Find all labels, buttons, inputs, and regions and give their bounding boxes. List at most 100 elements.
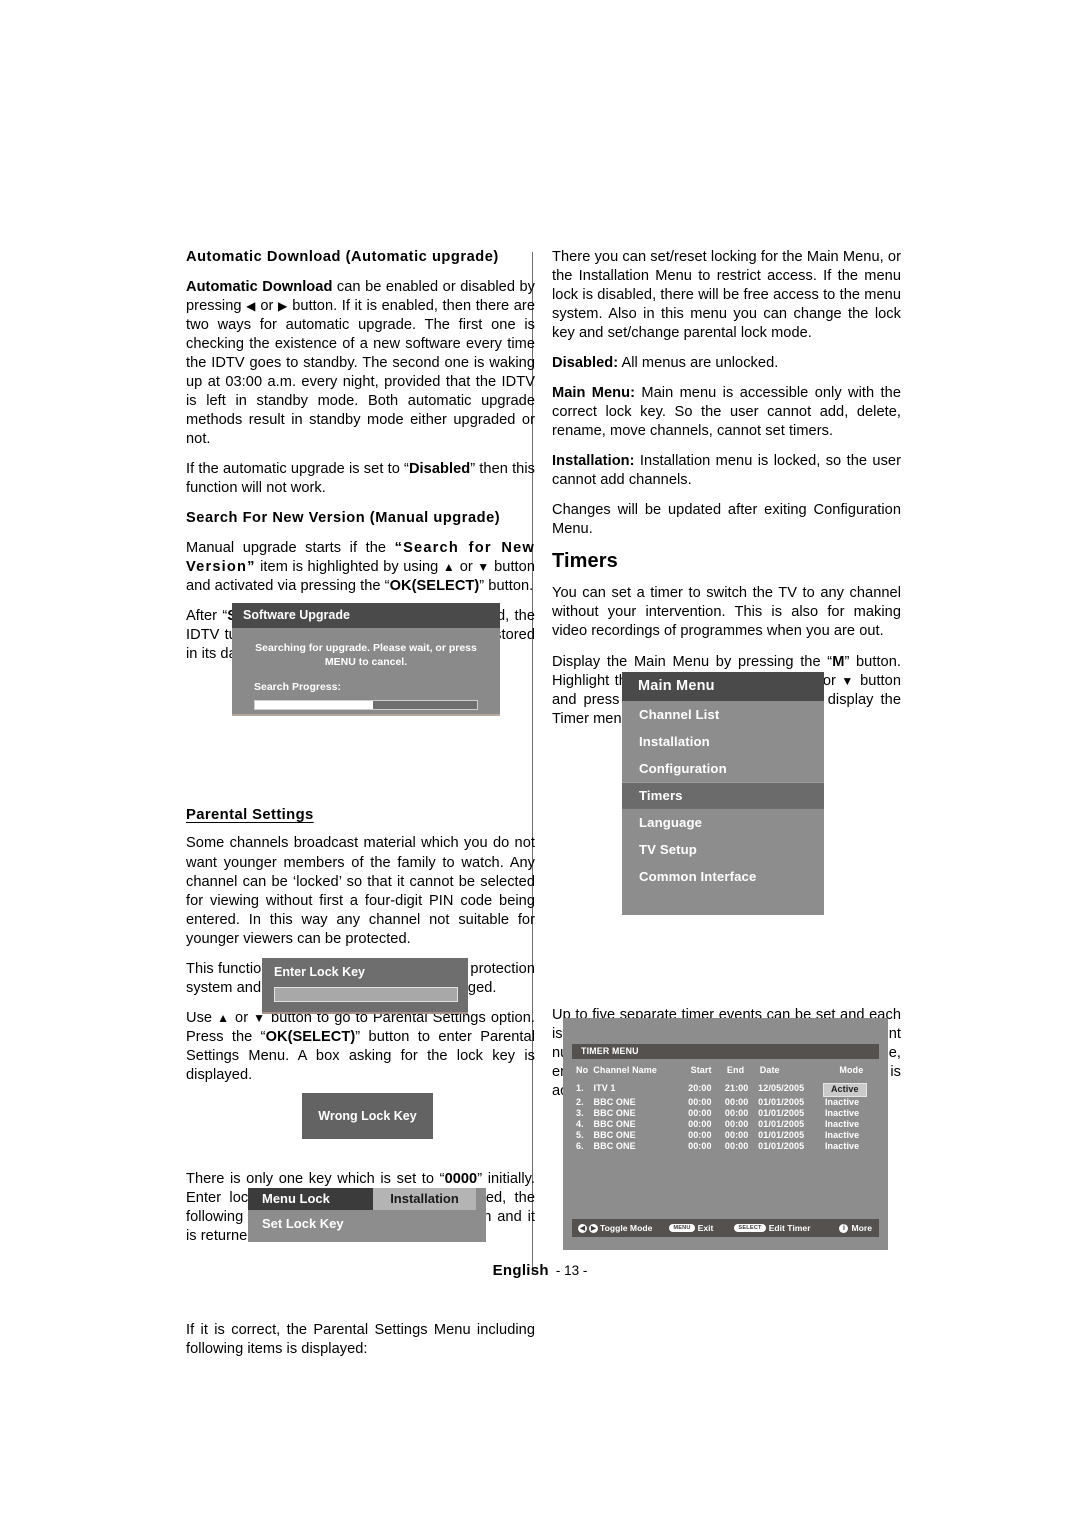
menu-lock-label: Menu Lock xyxy=(248,1188,373,1210)
main-menu-osd: Main Menu Channel List Installation Config… xyxy=(622,672,824,915)
timer-row-date: 01/01/2005 xyxy=(758,1107,805,1118)
timer-table-row[interactable]: 1. ITV 1 20:00 21:00 12/05/2005 Active xyxy=(572,1083,879,1097)
up-arrow-icon: ▲ xyxy=(442,560,456,575)
timer-row-mode: Active xyxy=(822,1083,879,1097)
exit-action[interactable]: MENU Exit xyxy=(669,1223,713,1233)
text-manual-c: item is highlighted by using xyxy=(255,559,443,576)
timer-row-channel: BBC ONE xyxy=(593,1118,636,1129)
timer-row-no: 5. xyxy=(576,1129,584,1140)
timer-table-body: 1. ITV 1 20:00 21:00 12/05/2005 Active 2. BBC O… xyxy=(572,1083,879,1152)
main-menu-item-configuration[interactable]: Configuration xyxy=(622,755,824,782)
term-disabled: Disabled xyxy=(408,461,471,478)
down-arrow-icon: ▼ xyxy=(477,560,490,575)
text-use-b: or xyxy=(230,1009,254,1026)
heading-timers: Timers xyxy=(552,550,618,573)
toggle-mode-action[interactable]: ◀ ▶ Toggle Mode xyxy=(578,1223,652,1233)
column-header-date: Date xyxy=(759,1065,780,1075)
left-arrow-icon: ◀ xyxy=(246,299,256,313)
timer-row-no: 1. xyxy=(576,1083,584,1093)
mode-badge-inactive: Inactive xyxy=(824,1140,860,1151)
timer-row-date: 01/01/2005 xyxy=(758,1140,805,1151)
timer-row-channel: BBC ONE xyxy=(593,1096,636,1107)
timer-row-mode: Inactive xyxy=(823,1097,879,1108)
paragraph-parental-1: Some channels broadcast material which y… xyxy=(186,835,535,947)
timer-row-start: 00:00 xyxy=(688,1096,712,1107)
timer-row-date: 01/01/2005 xyxy=(758,1129,805,1140)
paragraph-mode-installation: Installation: Installation menu is locke… xyxy=(552,452,901,490)
menu-button-badge: MENU xyxy=(669,1223,695,1233)
paragraph-manual-upgrade: Manual upgrade starts if the “Search for… xyxy=(186,539,535,596)
select-button-badge: SELECT xyxy=(734,1223,766,1233)
search-progress-bar-fill xyxy=(255,701,373,710)
main-menu-item-list: Channel List Installation Configuration Tim… xyxy=(622,701,824,890)
term-m-button: M xyxy=(832,653,845,670)
up-arrow-icon-2: ▲ xyxy=(217,1010,230,1025)
timer-row-no: 3. xyxy=(576,1107,584,1118)
heading-parental-settings: Parental Settings xyxy=(186,807,314,824)
text-manual-g: ” button. xyxy=(479,578,534,595)
timer-row-no: 6. xyxy=(576,1140,584,1151)
column-header-start: Start xyxy=(690,1065,712,1075)
enter-lock-key-dialog: Enter Lock Key xyxy=(262,958,468,1014)
term-ok-select: OK(SELECT) xyxy=(389,578,480,595)
main-menu-item-common-interface[interactable]: Common Interface xyxy=(622,863,824,890)
timer-row-no: 2. xyxy=(576,1096,584,1107)
timer-table-row[interactable]: 3. BBC ONE 00:00 00:00 01/01/2005 Inactive xyxy=(572,1108,879,1119)
parental-settings-menu: Menu Lock Installation Set Lock Key xyxy=(248,1188,486,1242)
timer-row-mode: Inactive xyxy=(823,1108,879,1119)
search-progress-bar xyxy=(254,700,478,711)
main-menu-item-installation[interactable]: Installation xyxy=(622,728,824,755)
term-automatic-download: Automatic Download xyxy=(186,278,333,295)
more-label: More xyxy=(851,1223,872,1233)
timer-table-row[interactable]: 5. BBC ONE 00:00 00:00 01/01/2005 Inactive xyxy=(572,1130,879,1141)
toggle-mode-label: Toggle Mode xyxy=(600,1223,653,1233)
timer-row-end: 00:00 xyxy=(724,1096,749,1107)
software-upgrade-title: Software Upgrade xyxy=(232,603,500,628)
paragraph-mode-disabled: Disabled: All menus are unlocked. xyxy=(552,354,901,373)
timer-table-row[interactable]: 2. BBC ONE 00:00 00:00 01/01/2005 Inactive xyxy=(572,1097,879,1108)
wrong-lock-key-dialog: Wrong Lock Key xyxy=(302,1093,433,1139)
timer-table-row[interactable]: 6. BBC ONE 00:00 00:00 01/01/2005 Inactive xyxy=(572,1141,879,1152)
paragraph-use-buttons: Use ▲ or ▼ button to go to Parental Sett… xyxy=(186,1009,535,1085)
paragraph-changes-updated: Changes will be updated after exiting Co… xyxy=(552,502,901,538)
term-default-key: 0000 xyxy=(444,1170,478,1187)
main-menu-item-timers[interactable]: Timers xyxy=(622,782,824,809)
text-timers-a: Display the Main Menu by pressing the “ xyxy=(552,653,833,670)
main-menu-item-channel-list[interactable]: Channel List xyxy=(622,701,824,728)
text-auto-1d: button. If it is enabled, then there are… xyxy=(186,298,535,448)
paragraph-mode-mainmenu: Main Menu: Main menu is accessible only … xyxy=(552,384,901,441)
timer-row-end: 00:00 xyxy=(724,1140,749,1151)
timer-row-channel: BBC ONE xyxy=(593,1129,636,1140)
text-after-a: After “ xyxy=(186,608,228,625)
column-header-mode: Mode xyxy=(839,1065,864,1075)
edit-timer-action[interactable]: SELECT Edit Timer xyxy=(734,1223,811,1233)
right-arrow-icon: ▶ xyxy=(277,299,288,313)
timer-menu-osd: TIMER MENU No Channel Name Start End Dat… xyxy=(563,1018,888,1250)
timer-row-mode: Inactive xyxy=(823,1130,879,1141)
mode-badge-inactive: Inactive xyxy=(824,1118,860,1129)
term-mode-disabled: Disabled: xyxy=(552,355,619,372)
term-mode-installation: Installation: xyxy=(552,453,635,470)
timer-row-mode: Inactive xyxy=(823,1119,879,1130)
main-menu-item-tv-setup[interactable]: TV Setup xyxy=(622,836,824,863)
timer-table-row[interactable]: 4. BBC ONE 00:00 00:00 01/01/2005 Inactive xyxy=(572,1119,879,1130)
timer-row-start: 20:00 xyxy=(688,1083,712,1093)
text-auto-1c: or xyxy=(255,298,278,314)
timer-row-channel: BBC ONE xyxy=(593,1107,636,1118)
more-action[interactable]: i More xyxy=(839,1223,872,1233)
menu-lock-value[interactable]: Installation xyxy=(373,1188,476,1210)
timer-table-header: No Channel Name Start End Date Mode xyxy=(572,1065,879,1075)
text-use-a: Use xyxy=(186,1009,218,1026)
mode-badge-inactive: Inactive xyxy=(824,1096,860,1107)
timer-row-start: 00:00 xyxy=(688,1107,712,1118)
timer-row-channel: ITV 1 xyxy=(593,1083,616,1093)
mode-badge-inactive: Inactive xyxy=(824,1107,860,1118)
footer-language: English xyxy=(492,1262,549,1279)
menu-lock-row[interactable]: Menu Lock Installation xyxy=(248,1188,486,1210)
right-arrow-icon-footer: ▶ xyxy=(589,1223,598,1233)
set-lock-key-row[interactable]: Set Lock Key xyxy=(248,1210,486,1231)
timer-row-end: 21:00 xyxy=(724,1083,749,1093)
main-menu-item-language[interactable]: Language xyxy=(622,809,824,836)
lock-key-input[interactable] xyxy=(274,987,458,1002)
info-icon: i xyxy=(839,1223,849,1233)
